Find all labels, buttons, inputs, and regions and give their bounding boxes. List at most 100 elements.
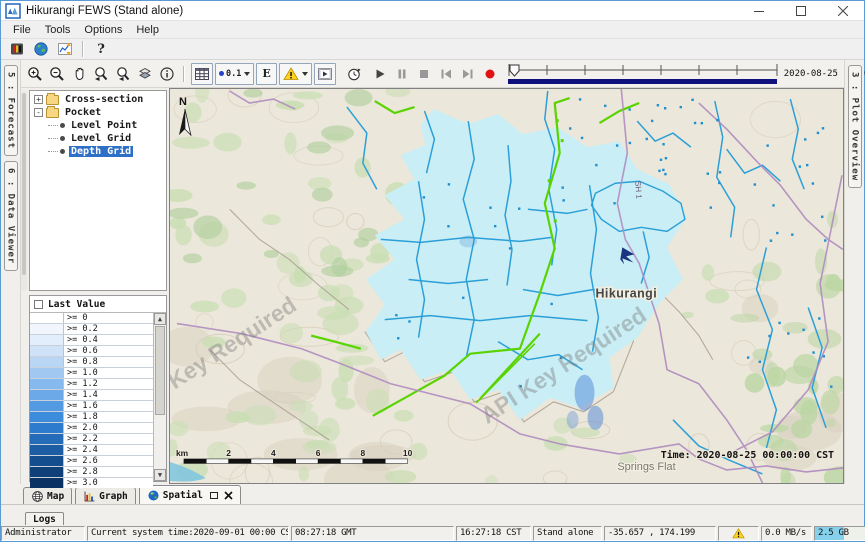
- status-bar: AdministratorCurrent system time:2020-09…: [1, 525, 864, 541]
- status-cell-0: Administrator: [1, 526, 85, 541]
- tree-expander-icon[interactable]: +: [34, 95, 43, 104]
- legend-row[interactable]: >= 3.0: [30, 478, 153, 488]
- legend-scrollbar[interactable]: ▲ ▼: [153, 313, 166, 481]
- legend-row[interactable]: >= 1.0: [30, 368, 153, 379]
- last-value-checkbox[interactable]: [34, 300, 43, 309]
- legend-rows: >= 0>= 0.2>= 0.4>= 0.6>= 0.8>= 1.0>= 1.2…: [30, 313, 153, 481]
- legend-row[interactable]: >= 0.8: [30, 357, 153, 368]
- pan-button[interactable]: [68, 63, 90, 85]
- map-canvas[interactable]: API Key Required API Key Required Hikura…: [170, 89, 843, 483]
- globe-blue-icon: [147, 489, 160, 502]
- timeseries-button[interactable]: [53, 40, 77, 59]
- menu-help[interactable]: Help: [129, 23, 166, 37]
- legend-row[interactable]: >= 1.6: [30, 401, 153, 412]
- legend-row[interactable]: >= 1.4: [30, 390, 153, 401]
- scroll-up-icon[interactable]: ▲: [154, 313, 166, 325]
- close-button[interactable]: [822, 1, 864, 20]
- grid-button[interactable]: [191, 63, 213, 85]
- timeline-slider[interactable]: [507, 62, 779, 86]
- legend-checkbox-label: Last Value: [48, 299, 105, 310]
- maximize-button[interactable]: [780, 1, 822, 20]
- legend-row[interactable]: >= 2.0: [30, 423, 153, 434]
- tab-graph[interactable]: Graph: [75, 487, 136, 504]
- scroll-down-icon[interactable]: ▼: [154, 469, 166, 481]
- zoom-next-button[interactable]: [112, 63, 134, 85]
- legend-row[interactable]: >= 2.8: [30, 467, 153, 478]
- tab-map[interactable]: Map: [23, 487, 72, 504]
- menu-tools[interactable]: Tools: [38, 23, 78, 37]
- legend-swatch: [30, 335, 64, 345]
- status-cell-1: Current system time:2020-09-01 00:00 CST: [87, 526, 289, 541]
- movie-export-button[interactable]: [314, 63, 336, 85]
- window-title: Hikurangi FEWS (Stand alone): [26, 5, 183, 17]
- grid-icon: [194, 66, 210, 82]
- play-button[interactable]: [369, 63, 391, 85]
- legend-row[interactable]: >= 2.4: [30, 445, 153, 456]
- legend-label: >= 0.6: [64, 346, 153, 356]
- tree-item-pocket[interactable]: - Pocket: [30, 106, 166, 119]
- warnings-dropdown-button[interactable]: [279, 63, 312, 85]
- legend-row[interactable]: >= 1.2: [30, 379, 153, 390]
- side-tab-forecast[interactable]: 5 : Forecast: [4, 65, 18, 156]
- town-label: Hikurangi: [595, 286, 657, 300]
- tree-label: Depth Grid: [69, 146, 133, 157]
- legend-row[interactable]: >= 0.4: [30, 335, 153, 346]
- contour-interval-button[interactable]: 0.1: [215, 63, 254, 85]
- zoom-in-icon: [27, 66, 43, 82]
- pause-button[interactable]: [391, 63, 413, 85]
- info-button[interactable]: [156, 63, 178, 85]
- animation-settings-button[interactable]: [343, 63, 365, 85]
- tree-expander-icon[interactable]: -: [34, 108, 43, 117]
- menu-file[interactable]: File: [6, 23, 38, 37]
- stop-button[interactable]: [413, 63, 435, 85]
- status-text: 2.5 GB: [818, 528, 849, 538]
- legend-row[interactable]: >= 2.6: [30, 456, 153, 467]
- map-toolbar: 0.1E 2020-08-25 00:00:00 CST: [21, 60, 844, 88]
- step-forward-button[interactable]: [457, 63, 479, 85]
- legend-row[interactable]: >= 0.6: [30, 346, 153, 357]
- record-button[interactable]: [479, 63, 501, 85]
- side-tab-plot-overview[interactable]: 3 : Plot Overview: [848, 65, 862, 188]
- database-button[interactable]: [5, 40, 29, 59]
- legend-swatch: [30, 412, 64, 422]
- legend-editor-button[interactable]: E: [256, 63, 276, 85]
- scrollbar-thumb[interactable]: [22, 93, 26, 275]
- close-tab-icon[interactable]: [224, 491, 233, 500]
- restore-icon[interactable]: [210, 492, 218, 499]
- layers-button[interactable]: [134, 63, 156, 85]
- scrollbar-thumb[interactable]: [155, 326, 165, 415]
- minimize-button[interactable]: [738, 1, 780, 20]
- legend-label: >= 0: [64, 313, 153, 323]
- map-viewport[interactable]: API Key Required API Key Required Hikura…: [169, 88, 844, 484]
- tree-item-depth-grid[interactable]: Depth Grid: [30, 145, 166, 158]
- panel-scrollbar[interactable]: [21, 91, 27, 291]
- menu-options[interactable]: Options: [77, 23, 129, 37]
- tree-label: Level Grid: [69, 133, 133, 144]
- dropdown-caret-icon: [302, 72, 308, 76]
- tree-item-level-grid[interactable]: Level Grid: [30, 132, 166, 145]
- status-warning-cell[interactable]: [718, 526, 759, 541]
- legend-label: >= 1.4: [64, 390, 153, 400]
- tab-spatial[interactable]: Spatial: [139, 485, 241, 504]
- legend-row[interactable]: >= 0.2: [30, 324, 153, 335]
- scrollbar-track[interactable]: [154, 325, 166, 469]
- svg-text:N: N: [179, 96, 187, 108]
- tree-item-cross-section[interactable]: +Cross-section: [30, 93, 166, 106]
- zoom-out-button[interactable]: [46, 63, 68, 85]
- tree-label: Pocket: [63, 107, 103, 118]
- help-button[interactable]: ?: [89, 40, 113, 59]
- globe-button[interactable]: [29, 40, 53, 59]
- legend-row[interactable]: >= 2.2: [30, 434, 153, 445]
- tree-item-level-point[interactable]: Level Point: [30, 119, 166, 132]
- timeline-handle[interactable]: [510, 65, 519, 76]
- zoom-in-button[interactable]: [24, 63, 46, 85]
- status-cell-4: Stand alone: [533, 526, 602, 541]
- step-backward-button[interactable]: [435, 63, 457, 85]
- legend-row[interactable]: >= 0: [30, 313, 153, 324]
- legend-row[interactable]: >= 1.8: [30, 412, 153, 423]
- legend-label: >= 2.8: [64, 467, 153, 477]
- tree-label: Level Point: [69, 120, 139, 131]
- legend-panel: Last Value >= 0>= 0.2>= 0.4>= 0.6>= 0.8>…: [29, 295, 167, 482]
- zoom-previous-button[interactable]: [90, 63, 112, 85]
- side-tab-data-viewer[interactable]: 6 : Data Viewer: [4, 161, 18, 271]
